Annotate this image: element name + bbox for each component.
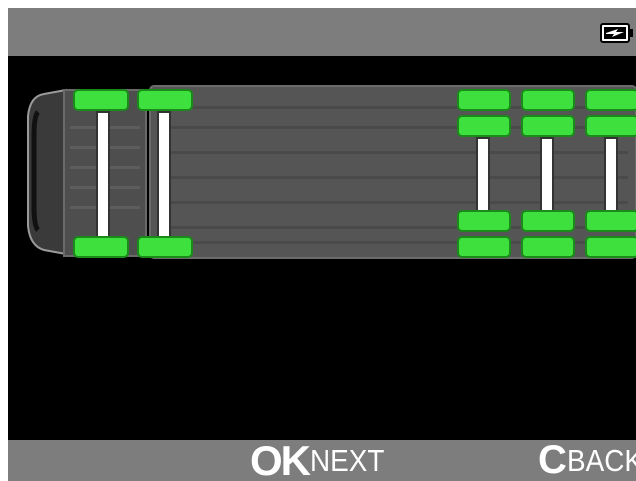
c-key-label: C	[538, 438, 567, 481]
back-label: BACK	[566, 443, 636, 478]
tire-3-left-outer	[457, 89, 511, 111]
tire-2-right	[137, 236, 193, 258]
tire-2-left	[137, 89, 193, 111]
tire-5-left-inner	[585, 115, 636, 137]
tire-3-left-inner	[457, 115, 511, 137]
tire-4-left-inner	[521, 115, 575, 137]
tire-4-right-outer	[521, 236, 575, 258]
device-screen: OK NEXT C BACK	[8, 8, 636, 481]
next-label: NEXT	[310, 443, 385, 478]
ok-key-label: OK	[250, 437, 311, 481]
tire-5-left-outer	[585, 89, 636, 111]
tire-5-right-outer	[585, 236, 636, 258]
battery-charging-icon	[600, 23, 633, 43]
ok-next-softkey[interactable]: OK NEXT	[250, 440, 393, 481]
tire-1-right	[73, 236, 129, 258]
tire-4-right-inner	[521, 210, 575, 232]
softkey-bar: OK NEXT C BACK	[8, 440, 636, 481]
c-back-softkey[interactable]: C BACK	[538, 440, 636, 481]
tire-4-left-outer	[521, 89, 575, 111]
tire-1-left	[73, 89, 129, 111]
status-bar	[8, 8, 636, 56]
vehicle-diagram	[27, 85, 636, 259]
tire-3-right-inner	[457, 210, 511, 232]
tire-3-right-outer	[457, 236, 511, 258]
trailer-body	[149, 85, 636, 259]
tire-5-right-inner	[585, 210, 636, 232]
